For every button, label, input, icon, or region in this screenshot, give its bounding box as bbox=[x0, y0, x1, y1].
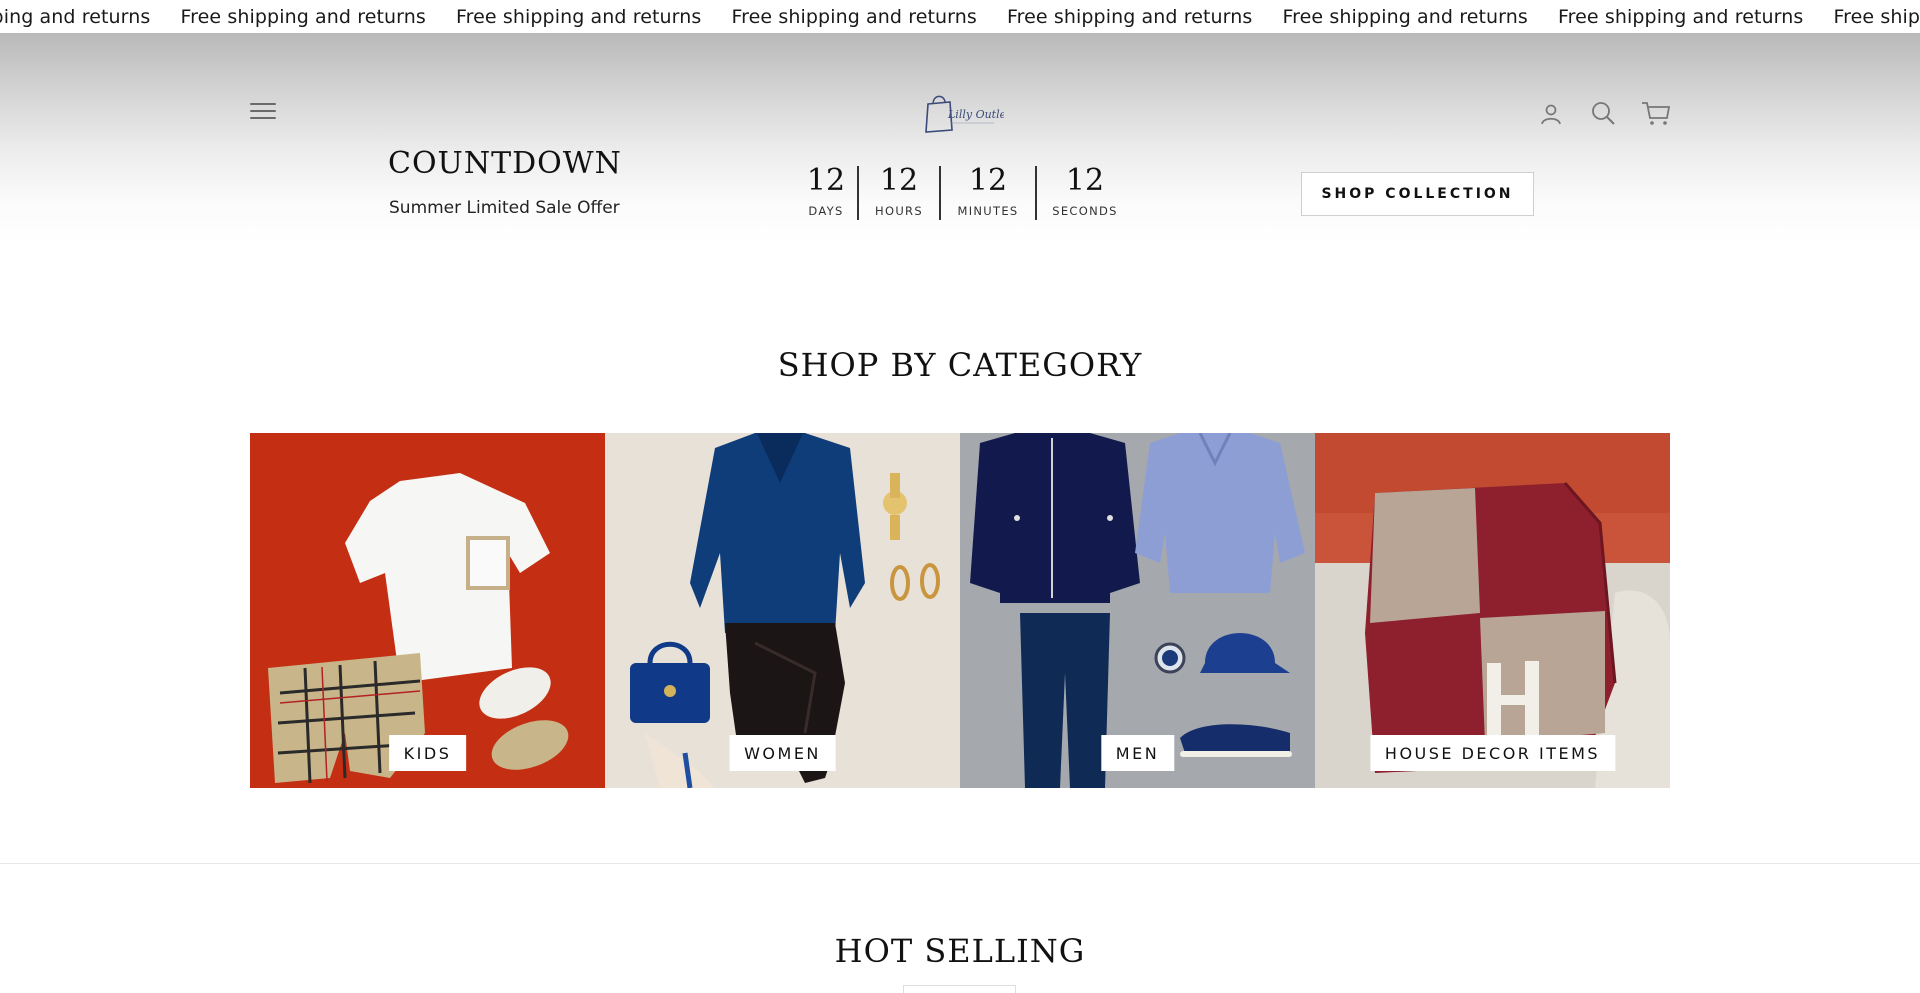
category-label: MEN bbox=[1100, 735, 1175, 771]
search-icon[interactable] bbox=[1589, 99, 1617, 127]
announcement-item: Free shipping and returns bbox=[0, 5, 151, 28]
timer-label: SECONDS bbox=[1052, 204, 1118, 218]
countdown-title: COUNTDOWN bbox=[388, 146, 622, 181]
timer-seconds: 12 SECONDS bbox=[1037, 164, 1133, 220]
timer-label: HOURS bbox=[875, 204, 923, 218]
announcement-item: Free shipping and returns bbox=[180, 5, 426, 28]
category-label: WOMEN bbox=[729, 735, 836, 771]
timer-value: 12 bbox=[968, 163, 1008, 198]
category-label: KIDS bbox=[388, 735, 467, 771]
hot-selling-title: HOT SELLING bbox=[834, 932, 1086, 970]
category-tile-men[interactable]: MEN bbox=[960, 433, 1315, 788]
menu-line bbox=[250, 110, 276, 112]
cart-icon[interactable] bbox=[1640, 99, 1672, 127]
svg-text:Lilly Outlets: Lilly Outlets bbox=[947, 108, 1004, 121]
menu-line bbox=[250, 103, 276, 105]
timer-value: 12 bbox=[1065, 163, 1105, 198]
timer-hours: 12 HOURS bbox=[859, 164, 939, 220]
timer-label: MINUTES bbox=[957, 204, 1019, 218]
announcement-track: Free shipping and returns Free shipping … bbox=[0, 0, 1920, 33]
timer-minutes: 12 MINUTES bbox=[941, 164, 1035, 220]
shop-collection-button[interactable]: SHOP COLLECTION bbox=[1301, 172, 1534, 216]
menu-line bbox=[250, 117, 276, 119]
site-logo[interactable]: Lilly Outlets bbox=[920, 88, 1017, 138]
timer-label: DAYS bbox=[808, 204, 844, 218]
countdown-subtitle: Summer Limited Sale Offer bbox=[389, 198, 620, 218]
category-tile-women[interactable]: WOMEN bbox=[605, 433, 960, 788]
category-grid: KIDS WOMEN MEN HOUSE DECOR ITEMS bbox=[250, 433, 1670, 788]
announcement-bar: Free shipping and returns Free shipping … bbox=[0, 0, 1920, 33]
timer-value: 12 bbox=[879, 163, 919, 198]
category-tile-house-decor[interactable]: HOUSE DECOR ITEMS bbox=[1315, 433, 1670, 788]
category-tile-kids[interactable]: KIDS bbox=[250, 433, 605, 788]
announcement-item: Free shipping and returns bbox=[1007, 5, 1253, 28]
announcement-item: Free shipping and returns bbox=[1833, 5, 1920, 28]
announcement-item: Free shipping and returns bbox=[731, 5, 977, 28]
announcement-item: Free shipping and returns bbox=[1558, 5, 1804, 28]
category-label: HOUSE DECOR ITEMS bbox=[1369, 735, 1616, 771]
timer-value: 12 bbox=[806, 163, 846, 198]
announcement-item: Free shipping and returns bbox=[456, 5, 702, 28]
user-icon[interactable] bbox=[1537, 100, 1565, 128]
countdown-timer: 12 DAYS 12 HOURS 12 MINUTES 12 SECONDS bbox=[795, 164, 1133, 220]
hamburger-menu-icon[interactable] bbox=[250, 100, 276, 122]
shop-by-category-title: SHOP BY CATEGORY bbox=[777, 346, 1143, 384]
section-divider bbox=[0, 863, 1920, 864]
timer-days: 12 DAYS bbox=[795, 164, 857, 220]
hot-selling-tab[interactable] bbox=[903, 985, 1016, 993]
announcement-item: Free shipping and returns bbox=[1282, 5, 1528, 28]
